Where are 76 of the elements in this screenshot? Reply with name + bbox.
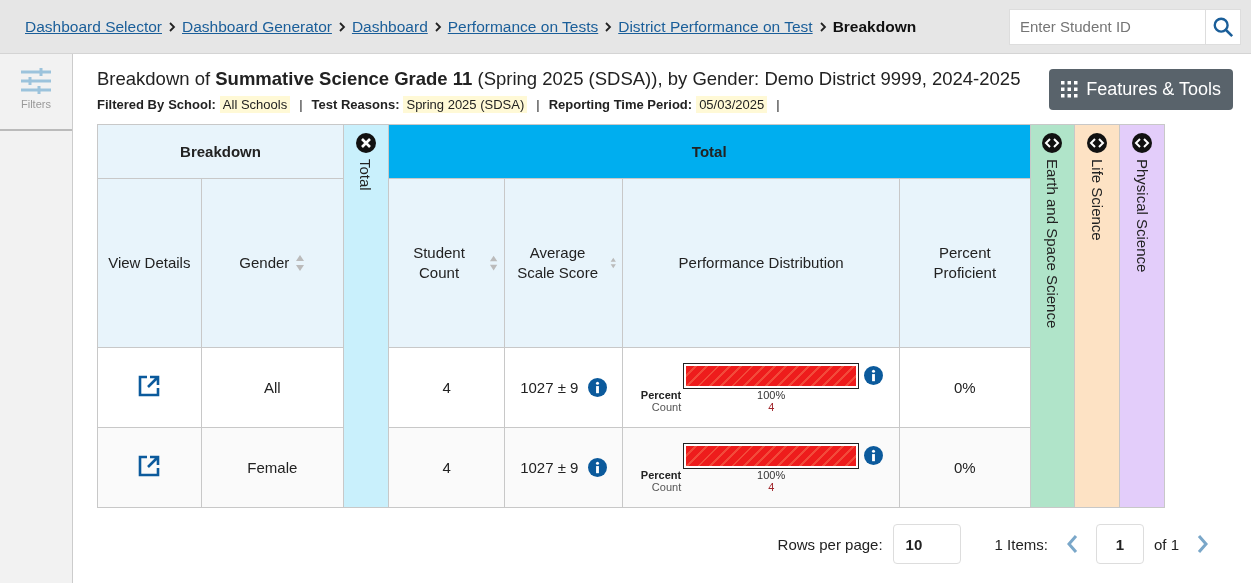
column-header[interactable]: Average Scale Score xyxy=(505,178,623,348)
breadcrumb-link[interactable]: Dashboard xyxy=(351,17,428,36)
column-header: View Details xyxy=(97,178,202,348)
percent-label: Percent xyxy=(639,468,682,481)
external-link-icon[interactable] xyxy=(137,454,162,478)
table-cell: 0% xyxy=(953,379,976,396)
rows-per-page-label: Rows per page: xyxy=(777,535,883,553)
info-icon[interactable] xyxy=(863,446,883,465)
percent-value: 100% xyxy=(756,468,787,481)
table-cell: 4 xyxy=(442,459,451,476)
column-header[interactable]: Gender xyxy=(201,178,344,348)
table-cell: 4 xyxy=(442,379,451,396)
expand-icon[interactable] xyxy=(1132,133,1153,153)
filter-value: Spring 2025 (SDSA) xyxy=(403,96,528,113)
table-cell: 1027 ± 9 xyxy=(520,379,579,396)
grid-icon[interactable] xyxy=(1061,81,1079,98)
column-header[interactable]: Student Count xyxy=(388,178,505,348)
report-title: Breakdown of Summative Science Grade 11 (Spring 2025 (SDSA)), by Gender: Demo District 9999, 2024-2025 xyxy=(97,68,1021,90)
percent-value: 100% xyxy=(756,388,787,401)
chevron-left-icon[interactable] xyxy=(1065,534,1078,554)
total-header: Total xyxy=(388,124,1031,179)
separator: | xyxy=(299,97,303,112)
filter-label: Reporting Time Period: xyxy=(548,97,693,112)
items-count: 1 Items: xyxy=(994,535,1048,553)
info-icon[interactable] xyxy=(588,458,608,477)
column-label: Life Science xyxy=(1088,159,1106,241)
rows-per-page-field[interactable]: 10 xyxy=(892,524,961,564)
page-total: of 1 xyxy=(1153,535,1179,553)
breadcrumb-link[interactable]: Dashboard Selector xyxy=(25,17,162,36)
chevron-right-icon xyxy=(604,21,613,32)
info-icon[interactable] xyxy=(588,378,608,397)
count-label: Count xyxy=(650,400,682,413)
percent-label: Percent xyxy=(639,388,682,401)
count-label: Count xyxy=(650,480,682,493)
features-tools-button[interactable]: Features & Tools xyxy=(1049,69,1233,110)
collapsed-column[interactable]: Life Science xyxy=(1074,124,1120,508)
filter-value: All Schools xyxy=(219,96,291,113)
count-value: 4 xyxy=(767,480,776,493)
collapsed-column[interactable]: Total xyxy=(343,124,389,508)
collapsed-column[interactable]: Earth and Space Science xyxy=(1030,124,1075,508)
table-cell: Female xyxy=(247,459,298,476)
chevron-right-icon[interactable] xyxy=(1197,534,1209,554)
table-cell: 1027 ± 9 xyxy=(520,459,579,476)
info-icon[interactable] xyxy=(863,366,883,385)
page-number-field[interactable]: 1 xyxy=(1095,524,1144,564)
expand-icon[interactable] xyxy=(1042,133,1063,153)
search-field[interactable]: Enter Student ID xyxy=(1009,8,1205,45)
count-value: 4 xyxy=(767,400,776,413)
filter-label: Test Reasons: xyxy=(311,97,400,112)
breadcrumb-link[interactable]: District Performance on Test xyxy=(618,17,813,36)
collapsed-column[interactable]: Physical Science xyxy=(1119,124,1165,508)
breakdown-header: Breakdown xyxy=(97,124,344,179)
search-button[interactable] xyxy=(1205,8,1241,45)
separator: | xyxy=(776,97,780,112)
breadcrumb-current[interactable]: Breakdown xyxy=(832,17,917,36)
chevron-right-icon xyxy=(168,21,176,32)
chevron-right-icon xyxy=(818,21,827,32)
filter-label: Filtered By xyxy=(97,97,165,112)
filter-value: 05/03/2025 xyxy=(696,96,768,113)
breadcrumb-link[interactable]: Performance on Tests xyxy=(447,17,599,36)
search-icon[interactable] xyxy=(1212,15,1234,38)
column-label: Physical Science xyxy=(1133,159,1151,273)
breadcrumb-link[interactable]: Dashboard Generator xyxy=(182,17,332,36)
chevron-right-icon xyxy=(337,21,346,32)
external-link-icon[interactable] xyxy=(137,374,162,398)
close-icon[interactable] xyxy=(355,133,376,153)
table-cell: All xyxy=(263,379,281,396)
column-header: Percent Proficient xyxy=(899,178,1031,348)
column-label: Earth and Space Science xyxy=(1043,159,1061,329)
column-label: Total xyxy=(357,159,375,191)
chevron-right-icon xyxy=(433,21,442,32)
table-cell: 0% xyxy=(953,459,976,476)
expand-icon[interactable] xyxy=(1087,133,1108,153)
filter-label: School: xyxy=(168,97,216,112)
column-header: Performance Distribution xyxy=(622,178,900,348)
separator: | xyxy=(536,97,540,112)
